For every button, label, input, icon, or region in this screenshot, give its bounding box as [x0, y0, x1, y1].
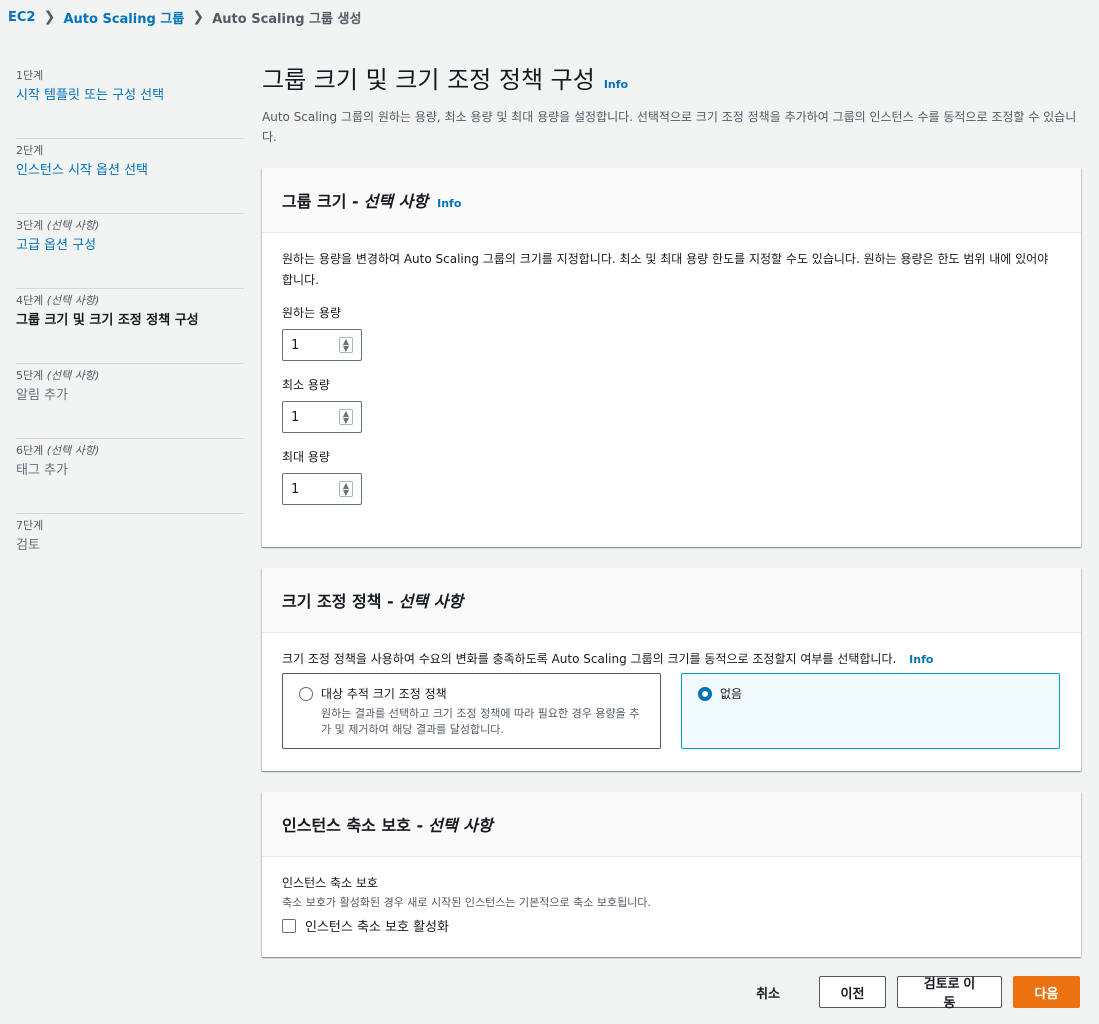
spinner-icon[interactable]: ▲ ▼ [339, 481, 353, 497]
step-title-link[interactable]: 인스턴스 시작 옵션 선택 [16, 161, 244, 181]
protection-label: 인스턴스 축소 보호 [282, 876, 378, 890]
step-title-disabled: 검토 [16, 538, 40, 553]
next-button[interactable]: 다음 [1013, 976, 1080, 1008]
chevron-right-icon: ❯ [43, 9, 56, 25]
step-optional: (선택 사항) [46, 444, 100, 457]
cancel-button[interactable]: 취소 [736, 976, 800, 1008]
panel-title: 그룹 크기 - 선택 사항 Info [282, 188, 461, 212]
wizard-step-2: 2단계 인스턴스 시작 옵션 선택 [16, 139, 244, 214]
target-tracking-option[interactable]: 대상 추적 크기 조정 정책 원하는 결과를 선택하고 크기 조정 정책에 따라… [282, 673, 661, 749]
protection-checkbox-row[interactable]: 인스턴스 축소 보호 활성화 [282, 916, 1061, 935]
wizard-step-6: 6단계 (선택 사항) 태그 추가 [16, 439, 244, 514]
group-size-description: 원하는 용량을 변경하여 Auto Scaling 그룹의 크기를 지정합니다.… [282, 252, 1049, 287]
step-title-disabled: 알림 추가 [16, 388, 68, 403]
option-label: 없음 [720, 687, 743, 701]
page-description: Auto Scaling 그룹의 원하는 용량, 최소 용량 및 최대 용량을 … [262, 110, 1077, 144]
step-title-disabled: 태그 추가 [16, 463, 68, 478]
scale-in-protection-panel: 인스턴스 축소 보호 - 선택 사항 인스턴스 축소 보호 축소 보호가 활성화… [262, 792, 1081, 957]
desired-capacity-input[interactable]: 1 ▲ ▼ [282, 329, 362, 361]
step-number: 7단계 [16, 519, 44, 532]
option-description: 원하는 결과를 선택하고 크기 조정 정책에 따라 필요한 경우 용량을 추가 … [321, 707, 640, 736]
desired-capacity-value: 1 [291, 337, 300, 353]
page-title-text: 그룹 크기 및 크기 조정 정책 구성 [262, 66, 595, 94]
panel-header: 인스턴스 축소 보호 - 선택 사항 [262, 792, 1081, 857]
info-link[interactable]: Info [909, 653, 933, 666]
max-capacity-input[interactable]: 1 ▲ ▼ [282, 473, 362, 505]
panel-header: 크기 조정 정책 - 선택 사항 [262, 568, 1081, 633]
panel-title-optional: 선택 사항 [428, 816, 493, 835]
max-capacity-value: 1 [291, 481, 300, 497]
scaling-description-text: 크기 조정 정책을 사용하여 수요의 변화를 충족하도록 Auto Scalin… [282, 652, 897, 666]
skip-to-review-button[interactable]: 검토로 이동 [897, 976, 1002, 1010]
panel-body: 크기 조정 정책을 사용하여 수요의 변화를 충족하도록 Auto Scalin… [262, 633, 1081, 769]
panel-title-text: 그룹 크기 - [282, 192, 359, 211]
spinner-icon[interactable]: ▲ ▼ [339, 409, 353, 425]
panel-body: 인스턴스 축소 보호 축소 보호가 활성화된 경우 새로 시작된 인스턴스는 기… [262, 857, 1081, 955]
step-number: 1단계 [16, 69, 44, 82]
info-link[interactable]: Info [604, 67, 628, 103]
panel-header: 그룹 크기 - 선택 사항 Info [262, 168, 1081, 233]
none-option[interactable]: 없음 [681, 673, 1060, 749]
panel-title-text: 크기 조정 정책 - [282, 592, 394, 611]
radio-button[interactable] [299, 687, 313, 701]
wizard-actions: 취소 이전 검토로 이동 다음 [725, 976, 1080, 1010]
step-number: 5단계 [16, 369, 44, 382]
info-link[interactable]: Info [437, 197, 461, 210]
panel-title-text: 인스턴스 축소 보호 - [282, 816, 424, 835]
radio-button-selected[interactable] [698, 687, 712, 701]
page-header: 그룹 크기 및 크기 조정 정책 구성 Info Auto Scaling 그룹… [262, 62, 1080, 147]
step-title-current: 그룹 크기 및 크기 조정 정책 구성 [16, 313, 199, 328]
max-capacity-label: 최대 용량 [282, 450, 330, 464]
scaling-description: 크기 조정 정책을 사용하여 수요의 변화를 충족하도록 Auto Scalin… [282, 649, 1061, 670]
spinner-icon[interactable]: ▲ ▼ [339, 337, 353, 353]
wizard-steps: 1단계 시작 템플릿 또는 구성 선택 2단계 인스턴스 시작 옵션 선택 3단… [16, 64, 244, 589]
checkbox-label[interactable]: 인스턴스 축소 보호 활성화 [305, 916, 449, 935]
step-optional: (선택 사항) [46, 369, 100, 382]
wizard-step-1: 1단계 시작 템플릿 또는 구성 선택 [16, 64, 244, 139]
step-number: 2단계 [16, 144, 44, 157]
wizard-step-3: 3단계 (선택 사항) 고급 옵션 구성 [16, 214, 244, 289]
scaling-policy-panel: 크기 조정 정책 - 선택 사항 크기 조정 정책을 사용하여 수요의 변화를 … [262, 568, 1081, 771]
breadcrumb-current: Auto Scaling 그룹 생성 [212, 11, 362, 27]
min-capacity-label: 최소 용량 [282, 378, 330, 392]
step-title-link[interactable]: 시작 템플릿 또는 구성 선택 [16, 86, 244, 106]
protection-checkbox[interactable] [282, 918, 296, 933]
page-title: 그룹 크기 및 크기 조정 정책 구성 Info [262, 62, 1080, 103]
step-number: 3단계 [16, 219, 44, 232]
min-capacity-value: 1 [291, 409, 300, 425]
group-size-panel: 그룹 크기 - 선택 사항 Info 원하는 용량을 변경하여 Auto Sca… [262, 168, 1081, 547]
wizard-step-7: 7단계 검토 [16, 514, 244, 589]
protection-description: 축소 보호가 활성화된 경우 새로 시작된 인스턴스는 기본적으로 축소 보호됩… [282, 896, 651, 909]
scaling-options: 대상 추적 크기 조정 정책 원하는 결과를 선택하고 크기 조정 정책에 따라… [282, 673, 1061, 749]
step-number: 6단계 [16, 444, 44, 457]
min-capacity-input[interactable]: 1 ▲ ▼ [282, 401, 362, 433]
wizard-step-5: 5단계 (선택 사항) 알림 추가 [16, 364, 244, 439]
step-title-link[interactable]: 고급 옵션 구성 [16, 236, 244, 256]
previous-button[interactable]: 이전 [819, 976, 886, 1008]
step-optional: (선택 사항) [46, 219, 100, 232]
panel-body: 원하는 용량을 변경하여 Auto Scaling 그룹의 크기를 지정합니다.… [262, 233, 1081, 525]
option-label: 대상 추적 크기 조정 정책 [321, 687, 447, 701]
desired-capacity-label: 원하는 용량 [282, 306, 342, 320]
breadcrumb: EC2 ❯ Auto Scaling 그룹 ❯ Auto Scaling 그룹 … [8, 6, 361, 28]
wizard-step-4: 4단계 (선택 사항) 그룹 크기 및 크기 조정 정책 구성 [16, 289, 244, 364]
panel-title: 인스턴스 축소 보호 - 선택 사항 [282, 812, 493, 836]
panel-title-optional: 선택 사항 [398, 592, 464, 611]
breadcrumb-auto-scaling-groups[interactable]: Auto Scaling 그룹 [63, 8, 184, 27]
panel-title-optional: 선택 사항 [363, 192, 429, 211]
panel-title: 크기 조정 정책 - 선택 사항 [282, 588, 463, 612]
step-number: 4단계 [16, 294, 44, 307]
step-optional: (선택 사항) [46, 294, 100, 307]
breadcrumb-ec2[interactable]: EC2 [8, 10, 35, 25]
chevron-right-icon: ❯ [192, 9, 205, 25]
